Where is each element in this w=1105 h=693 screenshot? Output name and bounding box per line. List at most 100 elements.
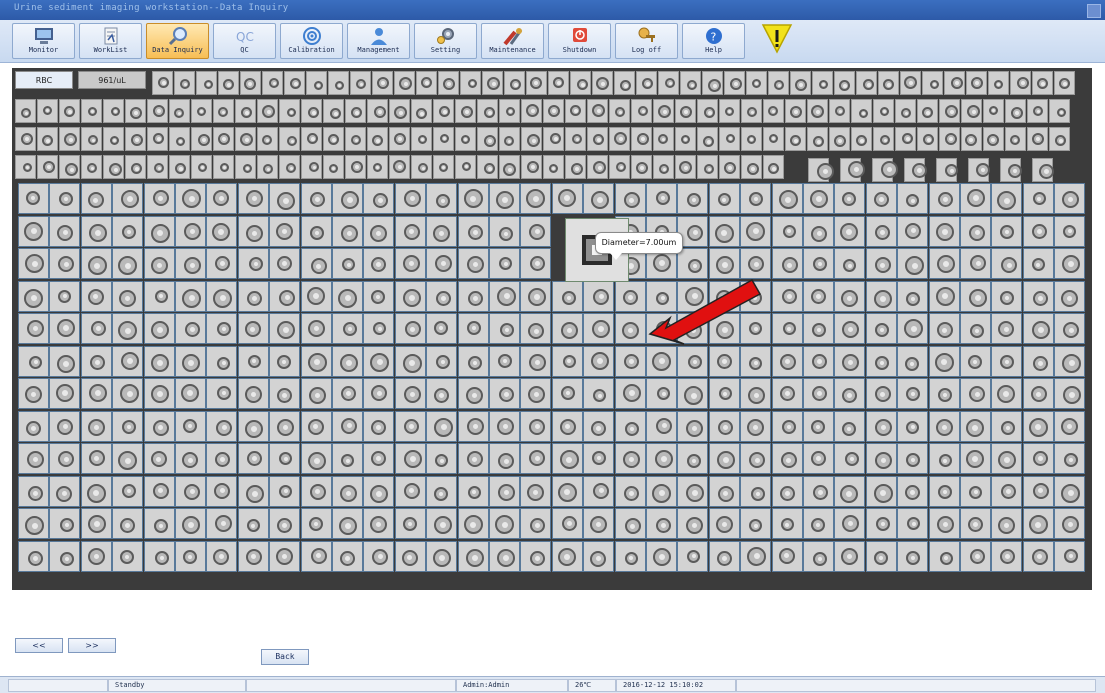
cell-thumbnail[interactable] [206, 280, 238, 312]
thumbnail-cell[interactable] [257, 155, 278, 179]
cell-thumbnail[interactable] [49, 345, 81, 377]
thumbnail-cell[interactable] [455, 127, 476, 151]
thumbnail-cell[interactable] [350, 71, 371, 95]
cell-thumbnail[interactable] [489, 215, 520, 247]
cell-thumbnail[interactable] [332, 280, 363, 312]
thumbnail-cell[interactable] [438, 71, 459, 95]
cell-thumbnail[interactable] [803, 378, 834, 409]
thumbnail-cell[interactable] [482, 71, 503, 95]
cell-thumbnail[interactable] [551, 378, 583, 409]
cell-thumbnail[interactable] [583, 410, 615, 442]
cell-thumbnail[interactable] [143, 475, 175, 507]
thumbnail-cell[interactable] [840, 158, 865, 182]
cell-thumbnail[interactable] [865, 540, 897, 572]
thumbnail-cell[interactable] [1010, 71, 1031, 95]
cell-thumbnail[interactable] [394, 248, 426, 279]
cell-thumbnail[interactable] [771, 443, 803, 474]
cell-thumbnail[interactable] [520, 313, 552, 344]
cell-thumbnail[interactable] [426, 183, 458, 214]
thumbnail-cell[interactable] [917, 127, 938, 151]
thumbnail-cell[interactable] [543, 155, 564, 179]
cell-thumbnail[interactable] [300, 410, 332, 442]
cell-thumbnail[interactable] [49, 215, 81, 247]
cell-thumbnail[interactable] [426, 508, 458, 539]
cell-thumbnail[interactable] [646, 540, 677, 572]
thumbnail-cell[interactable] [1005, 99, 1026, 123]
cell-thumbnail[interactable] [394, 313, 426, 344]
cell-thumbnail[interactable] [928, 540, 960, 572]
thumbnail-cell[interactable] [1032, 71, 1053, 95]
thumbnail-cell[interactable] [372, 71, 393, 95]
thumbnail-cell[interactable] [609, 155, 630, 179]
cell-thumbnail[interactable] [740, 475, 772, 507]
thumbnail-cell[interactable] [218, 71, 239, 95]
cell-thumbnail[interactable] [489, 313, 520, 344]
cell-thumbnail[interactable] [80, 508, 112, 539]
cell-thumbnail[interactable] [520, 248, 552, 279]
next-page-button[interactable]: >> [68, 638, 116, 653]
thumbnail-cell[interactable] [983, 99, 1004, 123]
cell-thumbnail[interactable] [960, 443, 991, 474]
cell-thumbnail[interactable] [803, 215, 834, 247]
cell-thumbnail[interactable] [834, 313, 866, 344]
thumbnail-cell[interactable] [807, 99, 828, 123]
thumbnail-cell[interactable] [367, 99, 388, 123]
cell-thumbnail[interactable] [740, 508, 772, 539]
cell-thumbnail[interactable] [237, 345, 269, 377]
prev-page-button[interactable]: << [15, 638, 63, 653]
cell-thumbnail[interactable] [237, 313, 269, 344]
thumbnail-cell[interactable] [328, 71, 349, 95]
thumbnail-cell[interactable] [614, 71, 635, 95]
thumbnail-cell[interactable] [587, 99, 608, 123]
cell-thumbnail[interactable] [897, 215, 929, 247]
cell-thumbnail[interactable] [960, 508, 991, 539]
thumbnail-cell[interactable] [829, 99, 850, 123]
cell-thumbnail[interactable] [551, 475, 583, 507]
thumbnail-cell[interactable] [653, 155, 674, 179]
cell-thumbnail[interactable] [1022, 248, 1054, 279]
cell-thumbnail[interactable] [614, 410, 646, 442]
cell-thumbnail[interactable] [708, 215, 740, 247]
thumbnail-cell[interactable] [345, 155, 366, 179]
thumbnail-cell[interactable] [680, 71, 701, 95]
cell-thumbnail[interactable] [332, 378, 363, 409]
cell-thumbnail[interactable] [991, 313, 1023, 344]
cell-thumbnail[interactable] [646, 378, 677, 409]
cell-thumbnail[interactable] [49, 540, 81, 572]
thumbnail-cell[interactable] [939, 127, 960, 151]
cell-thumbnail[interactable] [1054, 345, 1086, 377]
cell-thumbnail[interactable] [426, 248, 458, 279]
thumbnail-cell[interactable] [103, 155, 124, 179]
cell-thumbnail[interactable] [269, 248, 301, 279]
thumbnail-cell[interactable] [944, 71, 965, 95]
thumbnail-cell[interactable] [1027, 99, 1048, 123]
thumbnail-cell[interactable] [460, 71, 481, 95]
cell-thumbnail[interactable] [175, 410, 206, 442]
cell-thumbnail[interactable] [363, 410, 395, 442]
cell-thumbnail[interactable] [771, 540, 803, 572]
cell-thumbnail[interactable] [332, 345, 363, 377]
thumbnail-cell[interactable] [658, 71, 679, 95]
cell-thumbnail[interactable] [49, 378, 81, 409]
cell-thumbnail[interactable] [175, 378, 206, 409]
thumbnail-cell[interactable] [1049, 99, 1070, 123]
cell-thumbnail[interactable] [175, 508, 206, 539]
cell-thumbnail[interactable] [80, 378, 112, 409]
cell-thumbnail[interactable] [18, 183, 49, 214]
cell-thumbnail[interactable] [897, 183, 929, 214]
cell-thumbnail[interactable] [928, 183, 960, 214]
cell-thumbnail[interactable] [646, 345, 677, 377]
thumbnail-cell[interactable] [345, 99, 366, 123]
cell-thumbnail[interactable] [269, 215, 301, 247]
cell-thumbnail[interactable] [143, 410, 175, 442]
cell-thumbnail[interactable] [991, 183, 1023, 214]
cell-thumbnail[interactable] [18, 410, 49, 442]
cell-thumbnail[interactable] [18, 508, 49, 539]
cell-thumbnail[interactable] [206, 378, 238, 409]
cell-thumbnail[interactable] [332, 443, 363, 474]
thumbnail-cell[interactable] [279, 155, 300, 179]
cell-thumbnail[interactable] [80, 410, 112, 442]
thumbnail-cell[interactable] [499, 127, 520, 151]
cell-thumbnail[interactable] [771, 215, 803, 247]
thumbnail-cell[interactable] [455, 155, 476, 179]
